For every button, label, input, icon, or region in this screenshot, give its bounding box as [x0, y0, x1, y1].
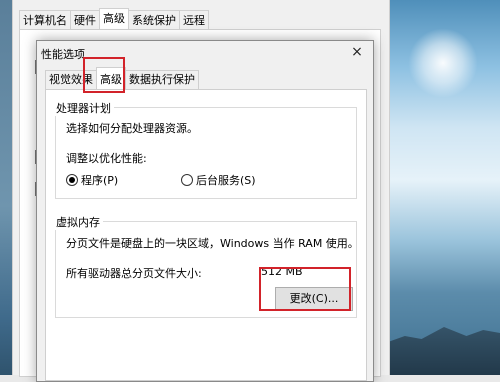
group-label: 处理器计划 [54, 100, 114, 116]
tab-hardware[interactable]: 硬件 [70, 10, 100, 30]
desktop-wallpaper-left [0, 0, 12, 375]
tab-remote[interactable]: 远程 [179, 10, 209, 30]
close-icon[interactable]: × [349, 44, 365, 60]
group-label: 虚拟内存 [54, 214, 103, 230]
desktop-wallpaper-right [388, 0, 500, 375]
advanced-panel: 处理器计划 选择如何分配处理器资源。 调整以优化性能: 程序(P) 后台服务(S… [45, 89, 367, 381]
total-paging-label: 所有驱动器总分页文件大小: [66, 267, 202, 280]
radio-checked-icon [66, 174, 78, 186]
optimize-label: 调整以优化性能: [66, 152, 147, 165]
radio-programs[interactable]: 程序(P) [66, 172, 118, 188]
highlight-box-advanced-tab [83, 57, 125, 93]
wallpaper-rocks [388, 327, 500, 375]
virtual-memory-description: 分页文件是硬盘上的一块区域，Windows 当作 RAM 使用。 [66, 237, 359, 250]
radio-unchecked-icon [181, 174, 193, 186]
dialog-title: 性能选项 [41, 48, 85, 61]
sun-glow [408, 28, 478, 98]
processor-scheduling-group: 处理器计划 选择如何分配处理器资源。 调整以优化性能: 程序(P) 后台服务(S… [54, 100, 357, 199]
highlight-box-change-button [259, 267, 351, 311]
tab-data-execution-prevention[interactable]: 数据执行保护 [125, 70, 199, 89]
tab-advanced[interactable]: 高级 [99, 8, 129, 30]
radio-background-services[interactable]: 后台服务(S) [181, 172, 256, 188]
processor-description: 选择如何分配处理器资源。 [66, 122, 198, 135]
radio-programs-label: 程序(P) [81, 174, 119, 187]
tab-system-protection[interactable]: 系统保护 [128, 10, 180, 30]
system-properties-tabs: 计算机名 硬件 高级 系统保护 远程 [19, 8, 209, 30]
tab-computer-name[interactable]: 计算机名 [19, 10, 71, 30]
radio-services-label: 后台服务(S) [196, 174, 256, 187]
